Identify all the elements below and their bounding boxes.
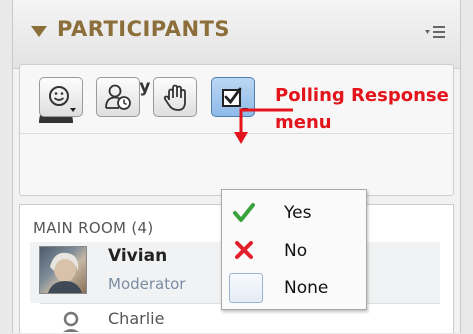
participant-name: Charlie — [108, 309, 165, 328]
participant-name: Vivian — [108, 246, 168, 266]
poll-option-yes[interactable]: Yes — [222, 194, 366, 231]
hand-icon — [163, 84, 186, 111]
panel-header[interactable]: PARTICIPANTS — [13, 0, 460, 69]
polling-response-callout: Polling Response menu — [275, 82, 473, 136]
panel-title: PARTICIPANTS — [57, 17, 231, 41]
participants-panel: PARTICIPANTS Ricky — [12, 0, 461, 333]
panel-menu-icon[interactable] — [424, 22, 446, 42]
chevron-down-icon — [70, 108, 76, 112]
callout-line1: Polling Response — [275, 85, 449, 106]
callout-line2: menu — [275, 112, 332, 133]
poll-option-label: None — [284, 278, 329, 298]
away-button[interactable] — [96, 77, 140, 117]
poll-option-no[interactable]: No — [222, 232, 366, 269]
poll-option-label: Yes — [284, 203, 312, 223]
participant-role: Moderator — [108, 275, 186, 293]
check-icon — [233, 203, 255, 222]
blank-box-icon — [229, 273, 263, 303]
collapse-triangle-icon[interactable] — [31, 26, 47, 37]
raise-hand-button[interactable] — [153, 77, 197, 117]
smiley-icon — [49, 86, 69, 106]
callout-arrow-icon — [234, 108, 293, 144]
poll-option-label: No — [284, 241, 308, 261]
polling-response-menu: Yes No None — [221, 189, 367, 310]
x-icon — [235, 241, 253, 259]
avatar — [39, 246, 87, 294]
poll-option-none[interactable]: None — [222, 269, 366, 306]
mood-button[interactable] — [39, 77, 83, 117]
away-clock-icon — [105, 84, 131, 110]
user-status-icon — [63, 311, 79, 332]
room-label: MAIN ROOM (4) — [33, 219, 154, 237]
